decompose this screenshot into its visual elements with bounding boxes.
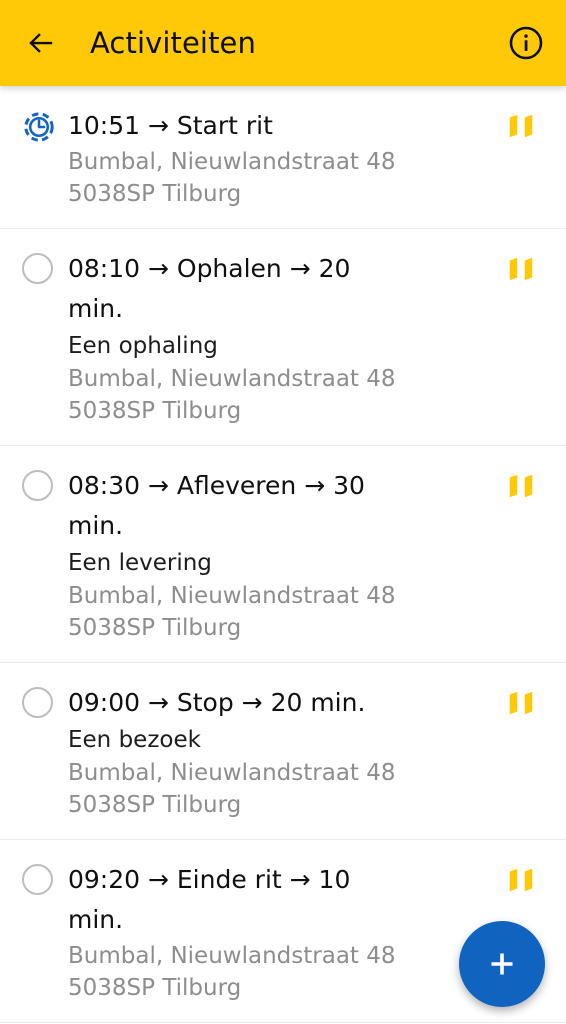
back-arrow-icon	[29, 33, 53, 53]
activity-address-line-1: Bumbal, Nieuwlandstraat 48	[68, 943, 396, 969]
circle-outline-icon	[22, 253, 53, 284]
map-button[interactable]	[498, 106, 544, 141]
activity-address-line-1: Bumbal, Nieuwlandstraat 48	[68, 149, 396, 175]
activity-list-item[interactable]: 09:00 → Stop → 20 min. Een bezoek Bumbal…	[0, 663, 566, 840]
activity-title: 09:20 → Einde rit → 10 min.	[68, 865, 351, 934]
activity-address-line-2: 5038SP Tilburg	[68, 615, 242, 641]
activity-text: 09:20 → Einde rit → 10 min. Bumbal, Nieu…	[68, 860, 498, 1004]
map-icon	[509, 868, 533, 892]
map-icon	[509, 114, 533, 138]
activity-address-line-1: Bumbal, Nieuwlandstraat 48	[68, 583, 396, 609]
map-button[interactable]	[498, 249, 544, 284]
activity-subtitle: Een levering	[68, 550, 212, 576]
map-button[interactable]	[498, 466, 544, 501]
back-button[interactable]	[18, 20, 64, 66]
circle-outline-icon	[22, 470, 53, 501]
activity-status[interactable]	[22, 683, 68, 718]
clock-dashed-icon	[24, 112, 54, 142]
activity-address-line-2: 5038SP Tilburg	[68, 181, 242, 207]
activity-text: 09:00 → Stop → 20 min. Een bezoek Bumbal…	[68, 683, 498, 821]
map-icon	[509, 691, 533, 715]
info-icon	[509, 26, 543, 60]
activities-list[interactable]: 10:51 → Start rit Bumbal, Nieuwlandstraa…	[0, 86, 566, 1024]
map-icon	[509, 474, 533, 498]
activity-list-item[interactable]: 08:30 → Afleveren → 30 min. Een levering…	[0, 446, 566, 663]
circle-outline-icon	[22, 687, 53, 718]
activity-address-line-2: 5038SP Tilburg	[68, 792, 242, 818]
map-icon	[509, 257, 533, 281]
activity-status[interactable]	[22, 466, 68, 501]
map-button[interactable]	[498, 860, 544, 895]
activity-list-item[interactable]: 10:51 → Start rit Bumbal, Nieuwlandstraa…	[0, 86, 566, 229]
activity-list-item[interactable]: 08:10 → Ophalen → 20 min. Een ophaling B…	[0, 229, 566, 446]
activity-address-line-2: 5038SP Tilburg	[68, 398, 242, 424]
app-bar: Activiteiten	[0, 0, 566, 86]
plus-icon	[491, 953, 513, 975]
add-activity-fab[interactable]	[459, 921, 545, 1007]
activity-text: 08:10 → Ophalen → 20 min. Een ophaling B…	[68, 249, 498, 427]
circle-outline-icon	[22, 864, 53, 895]
page-title: Activiteiten	[90, 26, 256, 60]
info-button[interactable]	[504, 21, 548, 65]
activity-title: 08:30 → Afleveren → 30 min.	[68, 471, 365, 540]
activity-status[interactable]	[22, 860, 68, 895]
activity-title: 08:10 → Ophalen → 20 min.	[68, 254, 351, 323]
activity-status[interactable]	[22, 249, 68, 284]
activity-subtitle: Een bezoek	[68, 727, 201, 753]
activity-title: 09:00 → Stop → 20 min.	[68, 688, 366, 717]
activity-address-line-1: Bumbal, Nieuwlandstraat 48	[68, 760, 396, 786]
activity-status[interactable]	[22, 106, 68, 144]
activity-title: 10:51 → Start rit	[68, 111, 273, 140]
activity-text: 08:30 → Afleveren → 30 min. Een levering…	[68, 466, 498, 644]
activity-text: 10:51 → Start rit Bumbal, Nieuwlandstraa…	[68, 106, 498, 210]
activity-address-line-1: Bumbal, Nieuwlandstraat 48	[68, 366, 396, 392]
activity-subtitle: Een ophaling	[68, 333, 218, 359]
map-button[interactable]	[498, 683, 544, 718]
activity-address-line-2: 5038SP Tilburg	[68, 975, 242, 1001]
